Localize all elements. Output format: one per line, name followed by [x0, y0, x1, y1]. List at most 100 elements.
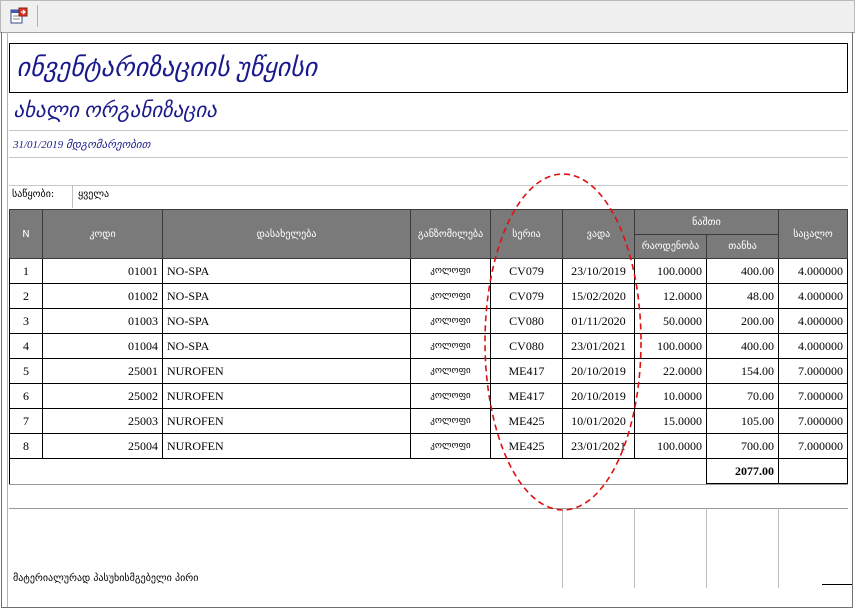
col-header-price: საცალო	[778, 209, 848, 259]
cell-n: 1	[9, 258, 43, 284]
warehouse-label: საწყობი:	[12, 189, 55, 200]
cell-name: NUROFEN	[162, 383, 411, 409]
cell-code: 25003	[42, 408, 163, 434]
cell-series: CV079	[490, 258, 563, 284]
divider	[9, 185, 848, 186]
divider	[9, 484, 848, 485]
cell-quantity: 100.0000	[634, 433, 707, 459]
cell-series: CV080	[490, 333, 563, 359]
toolbar-separator	[37, 5, 38, 27]
cell-amount: 400.00	[706, 258, 779, 284]
cell-unit: კოლოფი	[410, 308, 491, 334]
cell-unit: კოლოფი	[410, 408, 491, 434]
cell-unit: კოლოფი	[410, 358, 491, 384]
col-header-unit: განზომილება	[410, 209, 491, 259]
column-guide	[706, 508, 707, 588]
cell-name: NUROFEN	[162, 433, 411, 459]
cell-series: ME425	[490, 433, 563, 459]
cell-amount: 700.00	[706, 433, 779, 459]
col-header-n: N	[9, 209, 43, 259]
report-page: ინვენტარიზაციის უწყისი ახალი ორგანიზაცია…	[1, 32, 853, 608]
cell-expiry: 01/11/2020	[562, 308, 635, 334]
cell-n: 6	[9, 383, 43, 409]
responsible-person-label: მატერიალურად პასუხისმგებელი პირი	[13, 573, 199, 584]
cell-expiry: 15/02/2020	[562, 283, 635, 309]
col-header-expiry: ვადა	[562, 209, 635, 259]
cell-quantity: 100.0000	[634, 258, 707, 284]
divider	[9, 130, 848, 131]
report-date: 31/01/2019 მდგომარეობით	[13, 139, 151, 151]
total-amount: 2077.00	[706, 458, 779, 484]
cell-series: CV079	[490, 283, 563, 309]
cell-price: 4.000000	[778, 308, 848, 334]
cell-price: 4.000000	[778, 333, 848, 359]
cell-n: 8	[9, 433, 43, 459]
cell-expiry: 23/01/2021	[562, 433, 635, 459]
organization-name: ახალი ორგანიზაცია	[13, 98, 217, 122]
cell-amount: 48.00	[706, 283, 779, 309]
cell-quantity: 50.0000	[634, 308, 707, 334]
column-guide	[634, 508, 635, 588]
cell-n: 5	[9, 358, 43, 384]
cell-series: ME417	[490, 383, 563, 409]
cell-price: 7.000000	[778, 358, 848, 384]
cell-n: 7	[9, 408, 43, 434]
cell-series: ME425	[490, 408, 563, 434]
margin-line	[7, 32, 8, 607]
cell-amount: 200.00	[706, 308, 779, 334]
cell-expiry: 23/01/2021	[562, 333, 635, 359]
col-header-amount: თანხა	[706, 234, 779, 259]
cell-n: 2	[9, 283, 43, 309]
cell-quantity: 15.0000	[634, 408, 707, 434]
cell-name: NO-SPA	[162, 283, 411, 309]
table-row: 8 25004 NUROFEN კოლოფი ME425 23/01/2021 100.00…	[9, 433, 848, 459]
cell-name: NO-SPA	[162, 333, 411, 359]
table-row: 7 25003 NUROFEN კოლოფი ME425 10/01/2020 15.000…	[9, 408, 848, 434]
cell-n: 4	[9, 333, 43, 359]
cell-quantity: 10.0000	[634, 383, 707, 409]
signature-line	[822, 584, 852, 585]
cell-unit: კოლოფი	[410, 383, 491, 409]
cell-code: 01004	[42, 333, 163, 359]
table-row: 2 01002 NO-SPA კოლოფი CV079 15/02/2020 12.0000…	[9, 283, 848, 309]
cell-price: 7.000000	[778, 408, 848, 434]
table-row: 6 25002 NUROFEN კოლოფი ME417 20/10/2019 10.000…	[9, 383, 848, 409]
cell-code: 01003	[42, 308, 163, 334]
cell-unit: კოლოფი	[410, 433, 491, 459]
column-guide	[562, 508, 563, 588]
cell-quantity: 22.0000	[634, 358, 707, 384]
table-body: 1 01001 NO-SPA კოლოფი CV079 23/10/2019 100.000…	[9, 258, 848, 459]
cell-price: 4.000000	[778, 283, 848, 309]
cell-name: NUROFEN	[162, 358, 411, 384]
cell-price: 4.000000	[778, 258, 848, 284]
cell-amount: 154.00	[706, 358, 779, 384]
cell-series: CV080	[490, 308, 563, 334]
divider	[72, 185, 73, 208]
inventory-table: N კოდი დასახელება განზომილება სერია ვადა…	[9, 209, 848, 484]
cell-amount: 105.00	[706, 408, 779, 434]
export-report-button[interactable]	[7, 5, 31, 27]
col-header-balance: ნაშთი	[634, 209, 779, 235]
cell-code: 01001	[42, 258, 163, 284]
col-header-series: სერია	[490, 209, 563, 259]
export-icon	[10, 7, 28, 24]
col-header-code: კოდი	[42, 209, 163, 259]
cell-amount: 70.00	[706, 383, 779, 409]
cell-expiry: 10/01/2020	[562, 408, 635, 434]
table-row: 3 01003 NO-SPA კოლოფი CV080 01/11/2020 50.0000…	[9, 308, 848, 334]
cell-price: 7.000000	[778, 433, 848, 459]
cell-name: NO-SPA	[162, 258, 411, 284]
cell-n: 3	[9, 308, 43, 334]
cell-unit: კოლოფი	[410, 333, 491, 359]
cell-quantity: 12.0000	[634, 283, 707, 309]
cell-code: 25002	[42, 383, 163, 409]
cell-expiry: 20/10/2019	[562, 358, 635, 384]
total-row-spacer	[9, 458, 707, 484]
cell-quantity: 100.0000	[634, 333, 707, 359]
cell-amount: 400.00	[706, 333, 779, 359]
col-header-name: დასახელება	[162, 209, 411, 259]
cell-name: NUROFEN	[162, 408, 411, 434]
warehouse-value: ყველა	[78, 189, 110, 200]
toolbar	[0, 0, 855, 33]
total-row-end	[778, 458, 848, 484]
